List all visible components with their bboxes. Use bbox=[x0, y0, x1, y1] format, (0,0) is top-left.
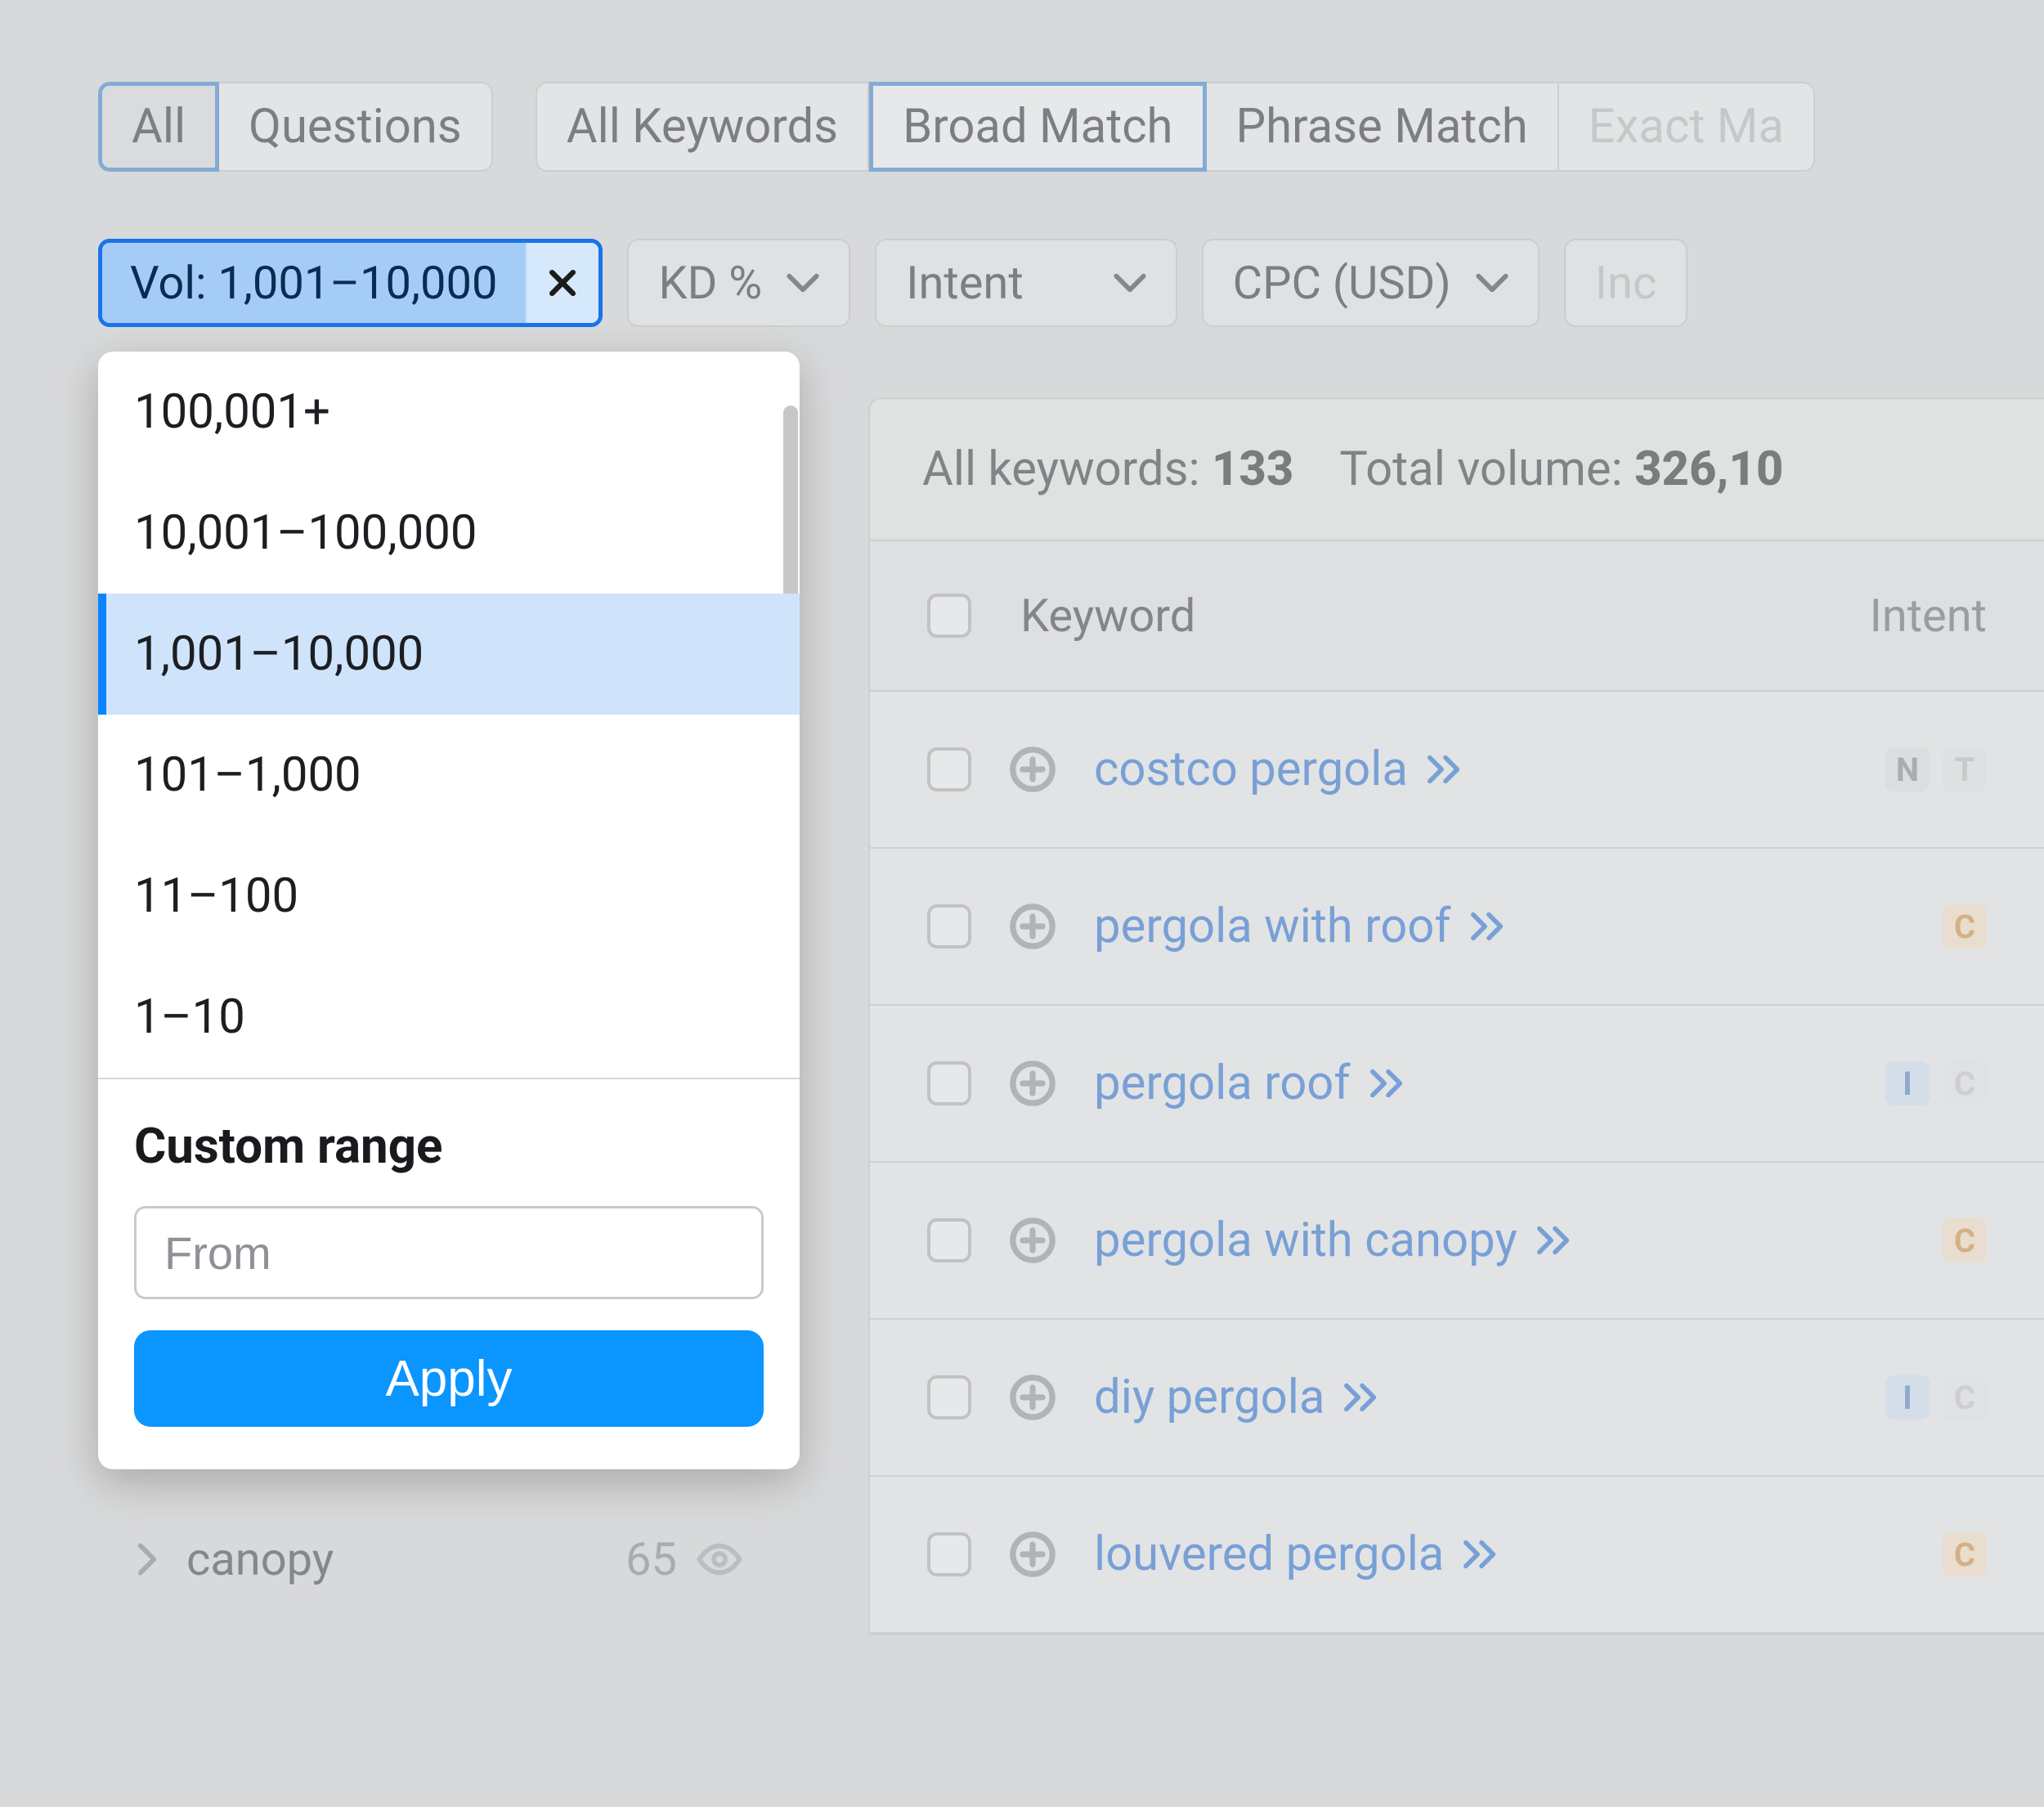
custom-range-inputs bbox=[134, 1206, 764, 1299]
left-group-label: canopy bbox=[186, 1532, 334, 1586]
tab-all-keywords[interactable]: All Keywords bbox=[536, 82, 869, 172]
volume-option[interactable]: 10,001–100,000 bbox=[98, 473, 800, 594]
table-row: louvered pergola C bbox=[870, 1477, 2044, 1634]
close-icon bbox=[545, 265, 580, 301]
keyword-link[interactable]: pergola roof bbox=[1094, 1056, 1408, 1111]
volume-option[interactable]: 11–100 bbox=[98, 836, 800, 957]
double-chevron-icon bbox=[1342, 1381, 1382, 1414]
row-checkbox[interactable] bbox=[927, 904, 971, 948]
intent-badge: C bbox=[1943, 1532, 1987, 1576]
intent-badge: N bbox=[1885, 747, 1930, 791]
intent-badge: C bbox=[1943, 904, 1987, 948]
top-tab-row: All Questions All Keywords Broad Match P… bbox=[98, 82, 1946, 172]
left-group-count: 65 bbox=[625, 1532, 677, 1586]
table-row: diy pergola IC bbox=[870, 1320, 2044, 1477]
results-panel: All keywords: 133 Total volume: 326,10 K… bbox=[868, 397, 2044, 1635]
keyword-link[interactable]: pergola with canopy bbox=[1094, 1213, 1575, 1268]
filter-kd-label: KD % bbox=[658, 256, 762, 310]
table-header: Keyword Intent bbox=[870, 540, 2044, 692]
table-row: pergola with canopy C bbox=[870, 1163, 2044, 1320]
intent-badges: C bbox=[1943, 1218, 1987, 1262]
keyword-link[interactable]: pergola with roof bbox=[1094, 899, 1508, 954]
intent-badge: C bbox=[1943, 1061, 1987, 1105]
filter-volume-label[interactable]: Vol: 1,001–10,000 bbox=[102, 243, 525, 323]
table-row: pergola with roof C bbox=[870, 849, 2044, 1006]
filter-intent[interactable]: Intent bbox=[875, 239, 1177, 327]
table-row: costco pergola NT bbox=[870, 692, 2044, 849]
tab-group-match: All Keywords Broad Match Phrase Match Ex… bbox=[536, 82, 1815, 172]
double-chevron-icon bbox=[1369, 1067, 1408, 1100]
volume-option-list: 100,001+10,001–100,0001,001–10,000101–1,… bbox=[98, 352, 800, 1078]
volume-option[interactable]: 101–1,000 bbox=[98, 715, 800, 836]
keyword-link[interactable]: costco pergola bbox=[1094, 742, 1465, 797]
tab-exact-match[interactable]: Exact Ma bbox=[1559, 82, 1815, 172]
chevron-down-icon bbox=[1114, 273, 1146, 293]
volume-option[interactable]: 1,001–10,000 bbox=[98, 594, 800, 715]
filter-include[interactable]: Inc bbox=[1564, 239, 1688, 327]
chevron-down-icon bbox=[787, 273, 819, 293]
row-checkbox[interactable] bbox=[927, 1532, 971, 1576]
filter-kd[interactable]: KD % bbox=[627, 239, 850, 327]
intent-badges: IC bbox=[1885, 1061, 1987, 1105]
add-icon[interactable] bbox=[1009, 1060, 1056, 1107]
summary-keywords-label: All keywords: bbox=[922, 442, 1212, 497]
intent-badges: NT bbox=[1885, 747, 1987, 791]
tab-group-type: All Questions bbox=[98, 82, 493, 172]
add-icon[interactable] bbox=[1009, 903, 1056, 950]
filters-row: Vol: 1,001–10,000 KD % Intent CPC (USD) … bbox=[98, 239, 1946, 327]
row-checkbox[interactable] bbox=[927, 747, 971, 791]
double-chevron-icon bbox=[1535, 1224, 1575, 1257]
double-chevron-icon bbox=[1469, 910, 1508, 943]
custom-range-title: Custom range bbox=[134, 1117, 764, 1175]
chevron-right-icon bbox=[137, 1543, 157, 1576]
add-icon[interactable] bbox=[1009, 1531, 1056, 1578]
volume-option[interactable]: 1–10 bbox=[98, 957, 800, 1078]
chevron-down-icon bbox=[1476, 273, 1508, 293]
col-keyword[interactable]: Keyword bbox=[1020, 589, 1195, 643]
select-all-checkbox[interactable] bbox=[927, 594, 971, 638]
row-checkbox[interactable] bbox=[927, 1061, 971, 1105]
apply-button[interactable]: Apply bbox=[134, 1330, 764, 1427]
add-icon[interactable] bbox=[1009, 746, 1056, 793]
intent-badge: C bbox=[1943, 1375, 1987, 1419]
range-from-input[interactable] bbox=[137, 1208, 764, 1297]
filter-volume-clear[interactable] bbox=[525, 243, 598, 323]
intent-badge: I bbox=[1885, 1375, 1930, 1419]
intent-badges: IC bbox=[1885, 1375, 1987, 1419]
intent-badges: C bbox=[1943, 904, 1987, 948]
keyword-link[interactable]: louvered pergola bbox=[1094, 1527, 1501, 1582]
intent-badge: C bbox=[1943, 1218, 1987, 1262]
tab-broad-match[interactable]: Broad Match bbox=[869, 82, 1206, 172]
intent-badges: C bbox=[1943, 1532, 1987, 1576]
tab-questions[interactable]: Questions bbox=[219, 82, 493, 172]
double-chevron-icon bbox=[1462, 1538, 1501, 1571]
keyword-link[interactable]: diy pergola bbox=[1094, 1370, 1382, 1425]
results-summary: All keywords: 133 Total volume: 326,10 bbox=[870, 399, 2044, 540]
add-icon[interactable] bbox=[1009, 1374, 1056, 1421]
eye-icon bbox=[697, 1536, 742, 1582]
left-group-item[interactable]: canopy 65 bbox=[137, 1532, 742, 1586]
summary-volume-label: Total volume: bbox=[1339, 442, 1634, 497]
filter-cpc-label: CPC (USD) bbox=[1233, 256, 1451, 310]
filter-include-label: Inc bbox=[1595, 256, 1656, 310]
intent-badge: I bbox=[1885, 1061, 1930, 1105]
double-chevron-icon bbox=[1426, 753, 1465, 786]
row-checkbox[interactable] bbox=[927, 1218, 971, 1262]
volume-option[interactable]: 100,001+ bbox=[98, 352, 800, 473]
scrollbar[interactable] bbox=[783, 406, 798, 602]
tab-all[interactable]: All bbox=[98, 82, 219, 172]
tab-phrase-match[interactable]: Phrase Match bbox=[1207, 82, 1559, 172]
row-checkbox[interactable] bbox=[927, 1375, 971, 1419]
col-intent[interactable]: Intent bbox=[1870, 589, 1987, 643]
filter-volume-chip[interactable]: Vol: 1,001–10,000 bbox=[98, 239, 603, 327]
add-icon[interactable] bbox=[1009, 1217, 1056, 1264]
intent-badge: T bbox=[1943, 747, 1987, 791]
filter-cpc[interactable]: CPC (USD) bbox=[1202, 239, 1540, 327]
summary-volume-value: 326,10 bbox=[1634, 442, 1783, 497]
table-row: pergola roof IC bbox=[870, 1006, 2044, 1163]
filter-intent-label: Intent bbox=[906, 256, 1023, 310]
volume-dropdown: 100,001+10,001–100,0001,001–10,000101–1,… bbox=[98, 352, 800, 1469]
summary-keywords-value: 133 bbox=[1212, 442, 1293, 497]
